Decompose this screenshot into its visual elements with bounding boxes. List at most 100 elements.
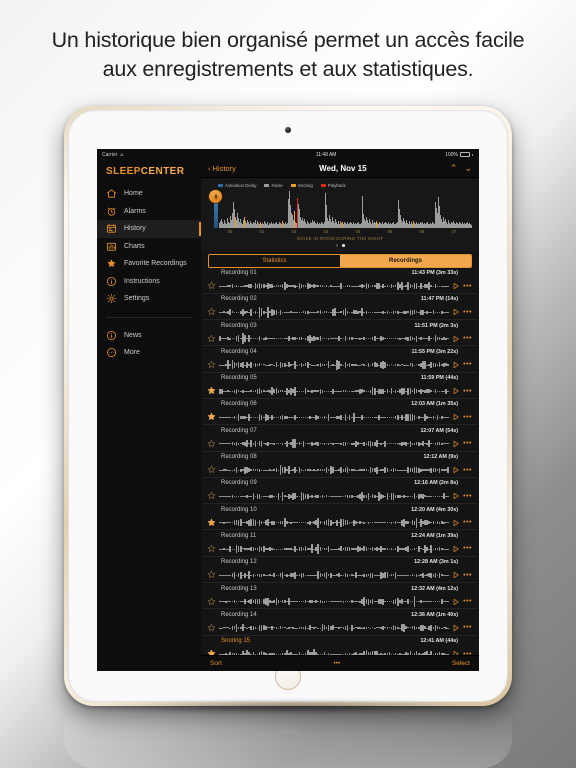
favorite-star-icon[interactable] bbox=[207, 540, 216, 558]
waveform-bar bbox=[411, 309, 414, 315]
favorite-star-icon[interactable] bbox=[207, 303, 216, 321]
waveform[interactable] bbox=[219, 412, 449, 423]
recording-row[interactable]: Recording 02 11:47 PM (14s) ••• bbox=[203, 294, 477, 321]
recording-row[interactable]: Recording 11 12:24 AM (1m 39s) ••• bbox=[203, 530, 477, 558]
chevron-down-icon[interactable]: ⌄ bbox=[464, 163, 472, 174]
recording-more-icon[interactable]: ••• bbox=[463, 467, 472, 474]
favorite-star-icon[interactable] bbox=[207, 356, 216, 374]
favorite-star-icon[interactable] bbox=[207, 382, 216, 400]
more-options-button[interactable]: ••• bbox=[334, 660, 341, 667]
favorite-star-icon[interactable] bbox=[207, 277, 216, 295]
waveform[interactable] bbox=[219, 543, 449, 555]
recording-row[interactable]: Recording 12 12:28 AM (3m 1s) ••• bbox=[203, 557, 477, 584]
waveform[interactable] bbox=[219, 517, 449, 528]
play-icon[interactable] bbox=[452, 356, 460, 374]
favorite-star-icon[interactable] bbox=[207, 619, 216, 637]
play-icon[interactable] bbox=[452, 619, 460, 637]
recording-more-icon[interactable]: ••• bbox=[463, 651, 472, 655]
sidebar-item-settings[interactable]: Settings bbox=[97, 290, 201, 308]
recording-more-icon[interactable]: ••• bbox=[463, 361, 472, 368]
recording-row[interactable]: Recording 05 11:59 PM (44s) ••• bbox=[203, 373, 477, 399]
recording-more-icon[interactable]: ••• bbox=[463, 309, 472, 316]
recording-row[interactable]: Snoring 15 12:41 AM (44s) ••• bbox=[203, 636, 477, 655]
chevron-up-icon[interactable]: ⌃ bbox=[450, 163, 458, 174]
page-dot[interactable] bbox=[335, 244, 338, 247]
play-icon[interactable] bbox=[452, 540, 460, 558]
page-dot[interactable] bbox=[342, 244, 345, 247]
play-icon[interactable] bbox=[452, 645, 460, 655]
favorite-star-icon[interactable] bbox=[207, 435, 216, 453]
noise-chart-card[interactable]: Activation Delay Noise Snoring Playback 00 0… bbox=[201, 178, 479, 252]
recording-row[interactable]: Recording 13 12:32 AM (4m 12s) ••• bbox=[203, 583, 477, 611]
waveform[interactable] bbox=[219, 622, 449, 633]
recording-row[interactable]: Recording 01 11:43 PM (3m 33s) ••• bbox=[203, 268, 477, 294]
favorite-star-icon[interactable] bbox=[207, 461, 216, 479]
tab-statistics[interactable]: Statistics bbox=[209, 254, 340, 267]
recording-more-icon[interactable]: ••• bbox=[463, 572, 472, 579]
waveform[interactable] bbox=[219, 648, 449, 655]
favorite-star-icon[interactable] bbox=[207, 593, 216, 611]
recording-more-icon[interactable]: ••• bbox=[463, 388, 472, 395]
recording-row[interactable]: Recording 09 12:16 AM (2m 8s) ••• bbox=[203, 478, 477, 505]
waveform[interactable] bbox=[219, 386, 449, 397]
recording-more-icon[interactable]: ••• bbox=[463, 624, 472, 631]
sidebar-item-more[interactable]: More bbox=[97, 344, 201, 362]
recording-meta: 11:59 PM (44s) bbox=[420, 375, 458, 382]
waveform[interactable] bbox=[219, 596, 449, 607]
waveform[interactable] bbox=[219, 333, 449, 344]
waveform[interactable] bbox=[219, 306, 449, 318]
sort-button[interactable]: Sort bbox=[210, 660, 222, 667]
sidebar-item-alarms[interactable]: Alarms bbox=[97, 203, 201, 221]
waveform[interactable] bbox=[219, 281, 449, 292]
play-icon[interactable] bbox=[452, 593, 460, 611]
favorite-star-icon[interactable] bbox=[207, 408, 216, 426]
recording-row[interactable]: Recording 03 11:51 PM (2m 3s) ••• bbox=[203, 320, 477, 348]
recording-more-icon[interactable]: ••• bbox=[463, 598, 472, 605]
waveform[interactable] bbox=[219, 465, 449, 476]
recording-row[interactable]: Recording 08 12:12 AM (9s) ••• bbox=[203, 452, 477, 478]
sidebar-item-history[interactable]: History bbox=[97, 220, 201, 238]
recording-row[interactable]: Recording 07 12:07 AM (54s) ••• bbox=[203, 425, 477, 453]
sidebar-item-favorite-recordings[interactable]: Favorite Recordings bbox=[97, 255, 201, 273]
recording-row[interactable]: Recording 06 12:03 AM (1m 35s) ••• bbox=[203, 399, 477, 426]
recording-more-icon[interactable]: ••• bbox=[463, 493, 472, 500]
favorite-star-icon[interactable] bbox=[207, 330, 216, 348]
chart-page-dots[interactable] bbox=[208, 241, 472, 249]
sidebar-item-charts[interactable]: Charts bbox=[97, 238, 201, 256]
play-icon[interactable] bbox=[452, 566, 460, 584]
recording-more-icon[interactable]: ••• bbox=[463, 440, 472, 447]
recording-row[interactable]: Recording 14 12:36 AM (1m 40s) ••• bbox=[203, 609, 477, 637]
waveform[interactable] bbox=[219, 570, 449, 581]
play-icon[interactable] bbox=[452, 382, 460, 400]
sidebar-item-news[interactable]: News bbox=[97, 327, 201, 345]
recording-more-icon[interactable]: ••• bbox=[463, 283, 472, 290]
recording-more-icon[interactable]: ••• bbox=[463, 545, 472, 552]
waveform-bar bbox=[252, 442, 255, 445]
favorite-star-icon[interactable] bbox=[207, 514, 216, 532]
favorite-star-icon[interactable] bbox=[207, 645, 216, 655]
recording-row[interactable]: Recording 04 11:55 PM (3m 22s) ••• bbox=[203, 346, 477, 374]
play-icon[interactable] bbox=[452, 330, 460, 348]
recording-more-icon[interactable]: ••• bbox=[463, 519, 472, 526]
sidebar-item-instructions[interactable]: Instructions bbox=[97, 273, 201, 291]
play-icon[interactable] bbox=[452, 514, 460, 532]
recording-more-icon[interactable]: ••• bbox=[463, 335, 472, 342]
favorite-star-icon[interactable] bbox=[207, 566, 216, 584]
play-icon[interactable] bbox=[452, 435, 460, 453]
play-icon[interactable] bbox=[452, 408, 460, 426]
back-button[interactable]: ‹ History bbox=[208, 164, 236, 173]
waveform[interactable] bbox=[219, 438, 449, 449]
favorite-star-icon[interactable] bbox=[207, 487, 216, 505]
tab-recordings[interactable]: Recordings bbox=[340, 254, 471, 267]
waveform[interactable] bbox=[219, 359, 449, 371]
recording-row[interactable]: Recording 10 12:20 AM (4m 30s) ••• bbox=[203, 504, 477, 532]
waveform[interactable] bbox=[219, 491, 449, 502]
play-icon[interactable] bbox=[452, 461, 460, 479]
play-icon[interactable] bbox=[452, 487, 460, 505]
play-icon[interactable] bbox=[452, 303, 460, 321]
sidebar-item-home[interactable]: Home bbox=[97, 185, 201, 203]
recording-more-icon[interactable]: ••• bbox=[463, 414, 472, 421]
play-icon[interactable] bbox=[452, 277, 460, 295]
select-button[interactable]: Select bbox=[452, 660, 470, 667]
recordings-list[interactable]: Recording 01 11:43 PM (3m 33s) ••• Recordin… bbox=[201, 268, 479, 655]
